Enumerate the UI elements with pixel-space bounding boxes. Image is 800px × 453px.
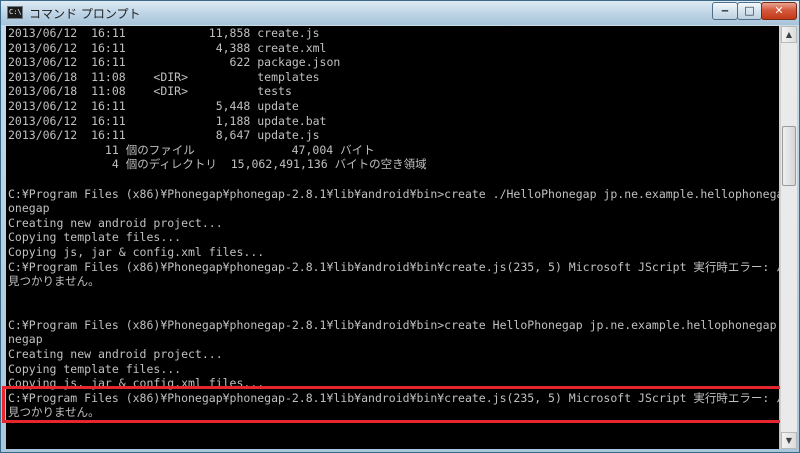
title-bar[interactable]: C:\ コマンド プロンプト ‒ □ ✕ <box>1 1 799 25</box>
console-line: Copying js, jar & config.xml files... <box>8 244 265 259</box>
arrow-up-icon: ▲ <box>785 30 793 39</box>
minimize-icon: ‒ <box>721 4 729 17</box>
maximize-button[interactable]: □ <box>737 2 762 20</box>
console-line: 11 個のファイル 47,004 バイト <box>8 142 375 157</box>
console-line: C:¥Program Files (x86)¥Phonegap¥phonegap… <box>8 186 779 201</box>
cmd-icon[interactable]: C:\ <box>7 6 23 19</box>
console-line: Creating new android project... <box>8 347 223 362</box>
console-line: C:¥Program Files (x86)¥Phonegap¥phonegap… <box>8 317 779 332</box>
console-line: 2013/06/18 11:08 <DIR> templates <box>8 69 320 84</box>
console-text: 2013/06/12 16:11 11,858 create.js 2013/06… <box>6 26 779 420</box>
console-line: C:¥Program Files (x86)¥Phonegap¥phonegap… <box>8 259 779 274</box>
console-line: Copying template files... <box>8 230 182 245</box>
error-highlight-box <box>2 386 788 423</box>
scroll-thumb[interactable] <box>782 126 796 186</box>
close-icon: ✕ <box>774 4 784 17</box>
console-line: 見つかりません。 <box>8 274 100 289</box>
scroll-down-button[interactable]: ▼ <box>781 432 797 449</box>
console-line: Copying template files... <box>8 361 182 376</box>
console-line: 4 個のディレクトリ 15,062,491,136 バイトの空き領域 <box>8 157 427 172</box>
minimize-button[interactable]: ‒ <box>712 2 738 20</box>
scroll-up-button[interactable]: ▲ <box>781 26 797 43</box>
arrow-down-icon: ▼ <box>785 436 793 445</box>
console-line: onegap <box>8 201 50 216</box>
console-line: 2013/06/12 16:11 5,448 update <box>8 98 299 113</box>
console-line: 2013/06/12 16:11 11,858 create.js <box>8 26 320 40</box>
close-button[interactable]: ✕ <box>761 2 797 20</box>
console-line: negap <box>8 332 43 347</box>
maximize-icon: □ <box>744 4 755 17</box>
command-prompt-window: C:\ コマンド プロンプト ‒ □ ✕ 2013/06/12 16:11 11… <box>0 0 800 453</box>
console-line: 2013/06/12 16:11 1,188 update.bat <box>8 113 327 128</box>
vertical-scrollbar[interactable]: ▲ ▼ <box>780 26 797 449</box>
console-line: 2013/06/12 16:11 4,388 create.xml <box>8 40 327 55</box>
console-line: Creating new android project... <box>8 215 223 230</box>
window-title: コマンド プロンプト <box>29 7 141 21</box>
console-line: 2013/06/12 16:11 622 package.json <box>8 55 341 70</box>
console-line: 2013/06/18 11:08 <DIR> tests <box>8 84 292 99</box>
console-line: 2013/06/12 16:11 8,647 update.js <box>8 128 320 143</box>
